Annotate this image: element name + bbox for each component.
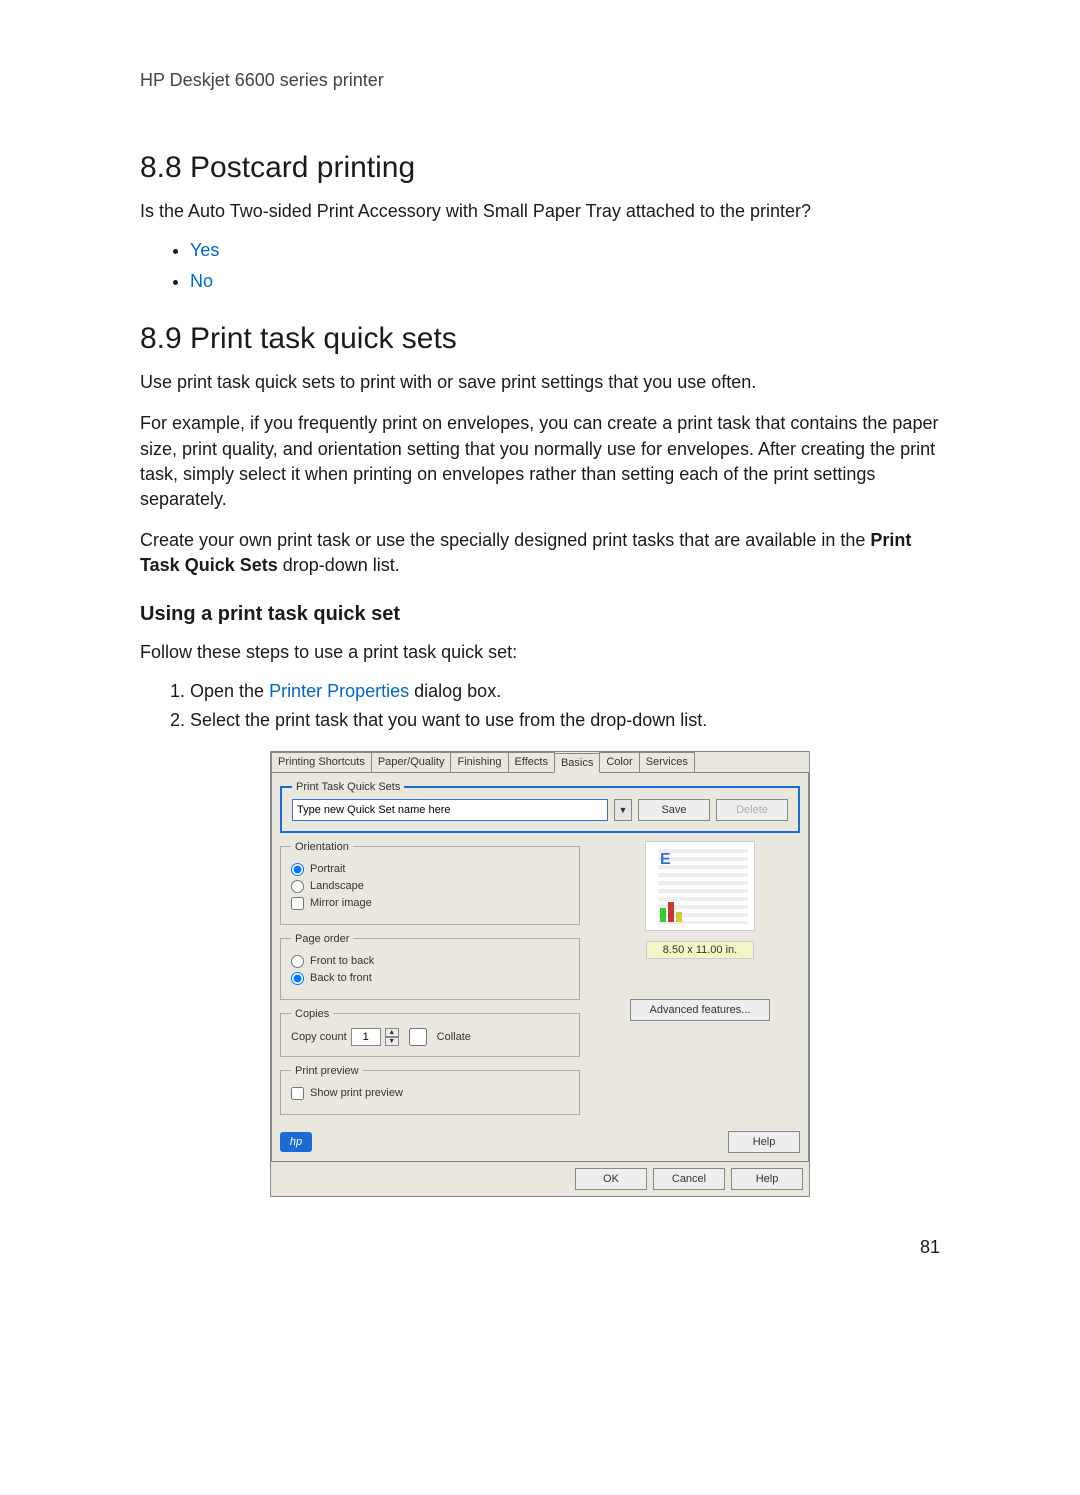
step-1: Open the Printer Properties dialog box. — [190, 681, 940, 702]
preview-e-icon: E — [660, 851, 671, 869]
collate-label: Collate — [437, 1031, 471, 1043]
printpreview-legend: Print preview — [291, 1065, 363, 1077]
section-8-8-title: 8.8 Postcard printing — [140, 151, 940, 185]
copies-fieldset: Copies Copy count ▲ ▼ Collate — [280, 1008, 580, 1057]
spin-down-icon[interactable]: ▼ — [385, 1037, 399, 1046]
dialog-tabs: Printing Shortcuts Paper/Quality Finishi… — [271, 752, 809, 772]
advanced-features-button[interactable]: Advanced features... — [630, 999, 770, 1021]
document-header: HP Deskjet 6600 series printer — [140, 70, 940, 91]
copy-count-input[interactable] — [351, 1028, 381, 1046]
tab-paper-quality[interactable]: Paper/Quality — [371, 752, 452, 772]
section-8-9-title: 8.9 Print task quick sets — [140, 322, 940, 356]
tab-basics[interactable]: Basics — [554, 753, 600, 773]
step1-post: dialog box. — [409, 681, 501, 701]
section-8-9-p1: Use print task quick sets to print with … — [140, 370, 940, 395]
quicksets-fieldset: Print Task Quick Sets ▼ Save Delete — [280, 781, 800, 833]
help-inner-button[interactable]: Help — [728, 1131, 800, 1153]
answer-yes-item: Yes — [190, 240, 940, 261]
pageorder-fieldset: Page order Front to back Back to front — [280, 933, 580, 1000]
preview-bars-icon — [660, 902, 682, 922]
landscape-label: Landscape — [310, 880, 364, 892]
pageorder-legend: Page order — [291, 933, 353, 945]
mirror-label: Mirror image — [310, 897, 372, 909]
mirror-checkbox[interactable] — [291, 897, 304, 910]
printer-properties-link[interactable]: Printer Properties — [269, 681, 409, 701]
using-quickset-heading: Using a print task quick set — [140, 603, 940, 626]
section-8-8-question: Is the Auto Two-sided Print Accessory wi… — [140, 199, 940, 224]
page-number: 81 — [140, 1237, 940, 1258]
show-preview-label: Show print preview — [310, 1087, 403, 1099]
tab-finishing[interactable]: Finishing — [450, 752, 508, 772]
help-button[interactable]: Help — [731, 1168, 803, 1190]
portrait-option[interactable]: Portrait — [291, 863, 569, 876]
printpreview-fieldset: Print preview Show print preview — [280, 1065, 580, 1115]
quickset-dropdown-icon[interactable]: ▼ — [614, 799, 632, 821]
front-to-back-option[interactable]: Front to back — [291, 955, 569, 968]
landscape-radio[interactable] — [291, 880, 304, 893]
portrait-radio[interactable] — [291, 863, 304, 876]
ok-button[interactable]: OK — [575, 1168, 647, 1190]
show-preview-option[interactable]: Show print preview — [291, 1087, 569, 1100]
tab-printing-shortcuts[interactable]: Printing Shortcuts — [271, 752, 372, 772]
paper-dimensions: 8.50 x 11.00 in. — [646, 941, 754, 959]
orientation-fieldset: Orientation Portrait Landscape Mirror im… — [280, 841, 580, 925]
step-2: Select the print task that you want to u… — [190, 710, 940, 731]
landscape-option[interactable]: Landscape — [291, 880, 569, 893]
tab-effects[interactable]: Effects — [508, 752, 555, 772]
orientation-legend: Orientation — [291, 841, 353, 853]
section-8-9-p3: Create your own print task or use the sp… — [140, 528, 940, 578]
printer-properties-dialog: Printing Shortcuts Paper/Quality Finishi… — [270, 751, 810, 1197]
p3-post: drop-down list. — [278, 555, 400, 575]
portrait-label: Portrait — [310, 863, 345, 875]
quickset-name-input[interactable] — [292, 799, 608, 821]
back-to-front-option[interactable]: Back to front — [291, 972, 569, 985]
step1-pre: Open the — [190, 681, 269, 701]
spin-up-icon[interactable]: ▲ — [385, 1028, 399, 1037]
answer-no-link[interactable]: No — [190, 271, 213, 291]
quicksets-legend: Print Task Quick Sets — [292, 781, 404, 793]
hp-logo-icon[interactable]: hp — [280, 1132, 312, 1152]
copies-legend: Copies — [291, 1008, 333, 1020]
back-to-front-label: Back to front — [310, 972, 372, 984]
tab-services[interactable]: Services — [639, 752, 695, 772]
follow-steps: Follow these steps to use a print task q… — [140, 640, 940, 665]
back-to-front-radio[interactable] — [291, 972, 304, 985]
copy-count-label: Copy count — [291, 1031, 347, 1043]
show-preview-checkbox[interactable] — [291, 1087, 304, 1100]
front-to-back-radio[interactable] — [291, 955, 304, 968]
cancel-button[interactable]: Cancel — [653, 1168, 725, 1190]
answer-no-item: No — [190, 271, 940, 292]
save-button[interactable]: Save — [638, 799, 710, 821]
collate-checkbox[interactable] — [403, 1028, 433, 1046]
p3-pre: Create your own print task or use the sp… — [140, 530, 870, 550]
delete-button[interactable]: Delete — [716, 799, 788, 821]
tab-color[interactable]: Color — [599, 752, 639, 772]
front-to-back-label: Front to back — [310, 955, 374, 967]
section-8-9-p2: For example, if you frequently print on … — [140, 411, 940, 512]
answer-yes-link[interactable]: Yes — [190, 240, 219, 260]
page-preview: E — [645, 841, 755, 931]
mirror-option[interactable]: Mirror image — [291, 897, 569, 910]
